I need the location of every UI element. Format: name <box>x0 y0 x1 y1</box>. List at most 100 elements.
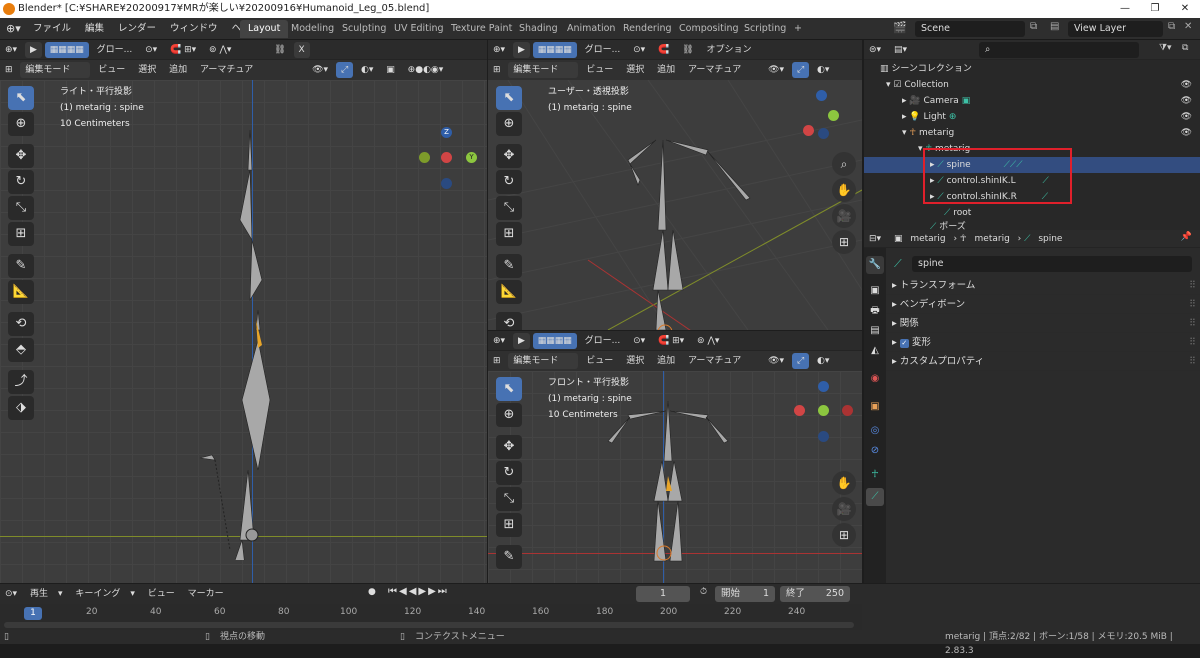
display-mode-icon[interactable]: ▤▾ <box>889 40 912 60</box>
menu-file[interactable]: ファイル <box>26 18 78 40</box>
menu-view[interactable]: ビュー <box>143 584 180 604</box>
world-tab-icon[interactable]: ◉ <box>866 370 884 388</box>
new-collection-icon[interactable]: ⧉ <box>1182 43 1188 53</box>
menu-add[interactable]: 追加 <box>652 351 680 371</box>
playback-controls-icon[interactable]: ⏮◀◀▶▶⏭ <box>388 586 449 597</box>
bone-name-field[interactable]: spine <box>912 256 1192 272</box>
move-tool[interactable]: ✥ <box>496 435 522 459</box>
tab-rendering[interactable]: Rendering <box>615 20 680 38</box>
select-mode-icon[interactable]: ▦▦▦▦ <box>44 42 89 58</box>
pivot-icon[interactable]: ⊙▾ <box>628 331 650 351</box>
gizmo-y-axis[interactable]: Y <box>466 152 477 163</box>
menu-add[interactable]: 追加 <box>164 60 192 80</box>
pin-icon[interactable]: 📌 <box>1181 232 1192 242</box>
editor-type-icon[interactable]: ⊕▾ <box>6 22 21 35</box>
pivot-icon[interactable]: ⊙▾ <box>140 40 162 60</box>
select-tool-icon[interactable]: ▶ <box>512 42 530 58</box>
gizmo-neg-x-axis[interactable] <box>842 405 853 416</box>
editor-type-icon[interactable]: ⊕▾ <box>0 40 22 60</box>
mode-select[interactable]: 編集モード <box>508 353 579 369</box>
output-tab-icon[interactable]: 🖶 <box>866 302 884 320</box>
roll-tool[interactable]: ⟲ <box>8 312 34 336</box>
filter-icon[interactable]: ⧩▾ <box>1159 43 1172 53</box>
cursor-tool[interactable]: ⊕ <box>496 112 522 136</box>
scale-tool[interactable]: ⤡ <box>8 196 34 220</box>
mode-select[interactable]: 編集モード <box>20 62 91 78</box>
record-icon[interactable]: ● <box>368 587 376 597</box>
outliner-item-light[interactable]: ▸ 💡 Light ⊕ 👁 <box>864 109 1200 125</box>
select-mode-icon[interactable]: ▦▦▦▦ <box>532 42 577 58</box>
tab-add[interactable]: + <box>786 20 810 38</box>
snap-icon[interactable]: 🧲 <box>653 40 674 60</box>
annotate-tool[interactable]: ✎ <box>496 545 522 569</box>
eye-icon[interactable]: 👁 <box>1181 77 1192 93</box>
gizmo-x-axis[interactable] <box>441 152 452 163</box>
menu-marker[interactable]: マーカー <box>183 584 229 604</box>
envelope-tool[interactable]: ⬗ <box>8 396 34 420</box>
menu-select[interactable]: 選択 <box>621 60 649 80</box>
gizmo-neg-y-axis[interactable] <box>419 152 430 163</box>
snap-icon[interactable]: 🧲 ⊞▾ <box>653 331 689 351</box>
pan-hand-icon[interactable]: ✋ <box>832 471 856 495</box>
visibility-icon[interactable]: 👁▾ <box>763 60 789 80</box>
select-tool-icon[interactable]: ▶ <box>24 42 42 58</box>
select-tool-icon[interactable]: ▶ <box>512 333 530 349</box>
select-mode-icon[interactable]: ▦▦▦▦ <box>532 333 577 349</box>
visibility-icon[interactable]: 👁▾ <box>763 351 789 371</box>
menu-view[interactable]: ビュー <box>581 60 618 80</box>
mode-select[interactable]: 編集モード <box>508 62 579 78</box>
outliner-item-collection[interactable]: ▾ ☑ Collection 👁 <box>864 77 1200 93</box>
cursor-tool[interactable]: ⊕ <box>496 403 522 427</box>
scale-tool[interactable]: ⤡ <box>496 196 522 220</box>
menu-edit[interactable]: 編集 <box>78 18 111 40</box>
x-toggle[interactable]: X <box>293 42 310 58</box>
menu-select[interactable]: 選択 <box>621 351 649 371</box>
tab-animation[interactable]: Animation <box>559 20 623 38</box>
select-box-tool[interactable]: ⬉ <box>496 377 522 401</box>
panel-deform[interactable]: ▸ ✓ 変形 ⠿ <box>886 334 1200 352</box>
tool-tab-icon[interactable]: 🔧 <box>866 256 884 274</box>
editor-type-icon[interactable]: ⊙▾ <box>0 584 22 604</box>
gizmo-icon[interactable]: ⤢ <box>791 62 810 78</box>
view-layer-tab-icon[interactable]: ▤ <box>866 322 884 340</box>
timeline-scrollbar[interactable] <box>4 622 854 628</box>
eye-icon[interactable]: 👁 <box>1181 125 1192 141</box>
ortho-grid-icon[interactable]: ⊞ <box>832 230 856 254</box>
rotate-tool[interactable]: ↻ <box>496 461 522 485</box>
gizmo-icon[interactable]: ⤢ <box>335 62 354 78</box>
menu-window[interactable]: ウィンドウ <box>163 18 225 40</box>
menu-keying[interactable]: キーイング <box>70 584 125 604</box>
panel-custom-properties[interactable]: ▸ カスタムプロパティ ⠿ <box>886 353 1200 371</box>
measure-tool[interactable]: 📐 <box>8 280 34 304</box>
gizmo-x-axis[interactable] <box>803 125 814 136</box>
viewport-canvas[interactable]: ライト・平行投影 (1) metarig : spine 10 Centimet… <box>0 80 487 583</box>
move-tool[interactable]: ✥ <box>8 144 34 168</box>
roll-tool[interactable]: ⟲ <box>496 312 522 330</box>
proportional-icon[interactable]: ⊚ ⋀▾ <box>692 331 724 351</box>
menu-select[interactable]: 選択 <box>133 60 161 80</box>
menu-render[interactable]: レンダー <box>111 18 163 40</box>
transform-orientation[interactable]: グロー... <box>92 40 138 60</box>
end-frame-field[interactable]: 終了 250 <box>780 586 850 602</box>
minimize-button[interactable]: — <box>1110 0 1140 18</box>
options-menu[interactable]: オプション <box>701 40 756 60</box>
viewport-canvas[interactable]: フロント・平行投影 (1) metarig : spine 10 Centime… <box>488 371 862 583</box>
maximize-button[interactable]: ❐ <box>1140 0 1170 18</box>
transform-tool[interactable]: ⊞ <box>8 222 34 246</box>
snap-icon[interactable]: 🧲 ⊞▾ <box>165 40 201 60</box>
xray-icon[interactable]: ▣ <box>381 60 400 80</box>
gizmo-y-axis[interactable] <box>828 110 839 121</box>
object-tab-icon[interactable]: ▣ <box>866 398 884 416</box>
rotate-tool[interactable]: ↻ <box>8 170 34 194</box>
editor-type-icon[interactable]: ⊕▾ <box>488 40 510 60</box>
menu-view[interactable]: ビュー <box>93 60 130 80</box>
select-box-tool[interactable]: ⬉ <box>8 86 34 110</box>
transform-tool[interactable]: ⊞ <box>496 513 522 537</box>
overlay-icon[interactable]: ◐▾ <box>356 60 378 80</box>
gizmo-neg-z-axis[interactable] <box>441 178 452 189</box>
eye-icon[interactable]: 👁 <box>1181 93 1192 109</box>
scene-field[interactable]: Scene <box>915 21 1025 37</box>
search-input[interactable]: ⌕ <box>979 42 1139 58</box>
playhead[interactable]: 1 <box>24 607 42 620</box>
outliner-item-camera[interactable]: ▸ 🎥 Camera ▣ 👁 <box>864 93 1200 109</box>
